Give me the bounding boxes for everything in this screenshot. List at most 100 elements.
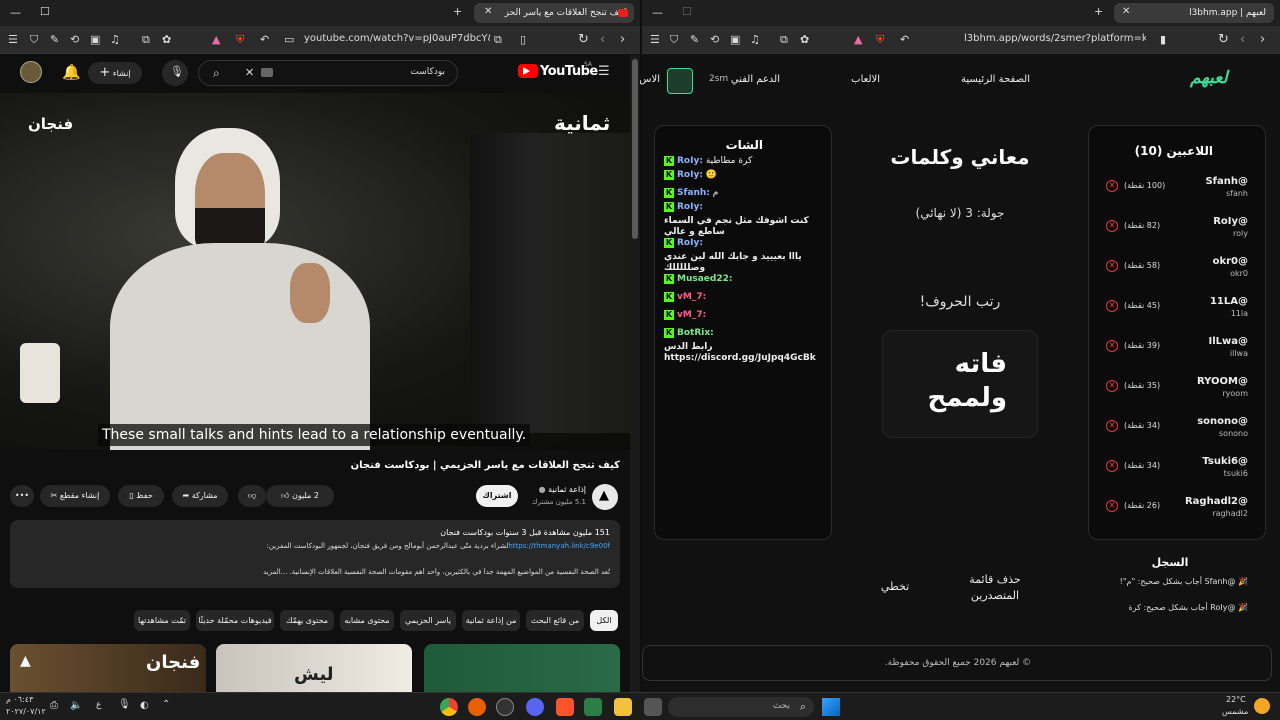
clip-button[interactable]: إنشاء مقطع ✂ bbox=[40, 485, 110, 507]
window-maximize-icon[interactable]: ☐ bbox=[682, 6, 692, 17]
thumbnail-3[interactable] bbox=[424, 644, 620, 692]
search-icon[interactable]: ⌕ bbox=[213, 67, 220, 79]
remove-player-icon[interactable]: ✕ bbox=[1106, 300, 1118, 312]
voice-search-button[interactable]: 🎙 bbox=[162, 60, 188, 86]
back-icon[interactable]: › bbox=[620, 33, 625, 46]
reload-icon[interactable]: ↻ bbox=[1218, 33, 1229, 46]
taskbar-search[interactable]: بحث ⌕ bbox=[668, 697, 814, 717]
clear-leaderboard-button[interactable]: حذف قائمة المتصدرين bbox=[958, 572, 1032, 604]
speaker-icon[interactable]: 🔈 bbox=[70, 701, 82, 711]
url-field[interactable]: youtube.com/watch?v=pJ0auP7dbcY&t=6... bbox=[304, 33, 490, 44]
remove-player-icon[interactable]: ✕ bbox=[1106, 460, 1118, 472]
history-icon[interactable]: ⟲ bbox=[710, 34, 719, 45]
chat-username[interactable]: RoIy: bbox=[677, 156, 703, 166]
clock-time[interactable]: ٠٦:٤٣ م bbox=[6, 695, 33, 704]
more-actions-button[interactable]: ••• bbox=[10, 485, 34, 507]
remove-player-icon[interactable]: ✕ bbox=[1106, 500, 1118, 512]
chat-username[interactable]: BotRix: bbox=[677, 328, 714, 338]
app-icon[interactable] bbox=[496, 698, 514, 716]
notifications-bell-icon[interactable]: 🔔 bbox=[62, 65, 81, 80]
firefox-icon[interactable] bbox=[468, 698, 486, 716]
tab-l3bhm[interactable]: لعبهم | l3bhm.app bbox=[1114, 3, 1274, 23]
chat-username[interactable]: RoIy: bbox=[677, 238, 703, 248]
search-input[interactable]: بودكاست bbox=[410, 67, 445, 77]
user-avatar[interactable] bbox=[667, 68, 693, 94]
tray-app-icon[interactable]: ◐ bbox=[140, 701, 149, 711]
skip-button[interactable]: تخطي bbox=[872, 580, 918, 593]
new-tab-icon[interactable]: + bbox=[1094, 6, 1103, 17]
window-minimize-icon[interactable]: — bbox=[10, 7, 21, 18]
tab-close-icon[interactable]: ✕ bbox=[484, 7, 492, 17]
chat-username[interactable]: vM_7: bbox=[677, 310, 706, 320]
windows-start-icon[interactable] bbox=[822, 698, 840, 716]
remove-player-icon[interactable]: ✕ bbox=[1106, 260, 1118, 272]
chip-channel[interactable]: من إذاعة ثمانية bbox=[462, 610, 520, 631]
window-maximize-icon[interactable]: ☐ bbox=[40, 6, 50, 17]
chip-all[interactable]: الكل bbox=[590, 610, 618, 631]
remove-player-icon[interactable]: ✕ bbox=[1106, 220, 1118, 232]
video-player[interactable]: فنجان ثمانية These small talks and hints… bbox=[0, 93, 630, 450]
back-arrow-icon[interactable]: ↶ bbox=[900, 34, 909, 45]
create-button[interactable]: إنشاء + bbox=[88, 62, 142, 84]
channel-avatar[interactable]: ▲ bbox=[592, 484, 618, 510]
clear-search-icon[interactable]: ✕ bbox=[245, 67, 254, 78]
window-minimize-icon[interactable]: — bbox=[652, 7, 663, 18]
scrollbar-thumb[interactable] bbox=[632, 59, 638, 239]
chip-for-you[interactable]: محتوى يهمّك bbox=[280, 610, 334, 631]
puzzle-icon[interactable]: ✎ bbox=[50, 34, 59, 45]
notification-center-icon[interactable]: ⎙ bbox=[50, 701, 58, 711]
keyboard-icon[interactable] bbox=[261, 68, 273, 77]
scrollbar[interactable] bbox=[630, 55, 640, 692]
url-field[interactable]: l3bhm.app/words/2smer?platform=kick bbox=[964, 33, 1146, 44]
back-icon[interactable]: › bbox=[1260, 33, 1265, 46]
chat-username[interactable]: Sfanh: bbox=[677, 188, 710, 198]
remove-player-icon[interactable]: ✕ bbox=[1106, 420, 1118, 432]
share-page-icon[interactable]: ⧉ bbox=[494, 34, 502, 45]
nav-home[interactable]: الصفحة الرئيسية bbox=[940, 74, 1030, 85]
chip-search[interactable]: من قائع البحث bbox=[526, 610, 584, 631]
chip-similar[interactable]: محتوى مشابه bbox=[340, 610, 394, 631]
music-icon[interactable]: ♫ bbox=[110, 34, 120, 45]
description-link[interactable]: https://thmanyah.link/c9e00f bbox=[508, 542, 610, 550]
reload-icon[interactable]: ↻ bbox=[578, 33, 589, 46]
nav-support[interactable]: الدعم الفني bbox=[726, 74, 780, 85]
chip-watched[interactable]: تمّت مشاهدتها bbox=[134, 610, 190, 631]
share-button[interactable]: مشاركة ➦ bbox=[172, 485, 228, 507]
bookmark-icon[interactable]: ▮ bbox=[1160, 34, 1166, 45]
subscribe-button[interactable]: اشتراك bbox=[476, 485, 518, 507]
chrome-icon[interactable] bbox=[440, 698, 458, 716]
shield-icon[interactable]: ⛉ bbox=[670, 34, 678, 45]
thumbnail-2[interactable]: ليش bbox=[216, 644, 412, 692]
forward-icon[interactable]: ‹ bbox=[1240, 33, 1245, 46]
chat-username[interactable]: RoIy: bbox=[677, 202, 703, 212]
remove-player-icon[interactable]: ✕ bbox=[1106, 340, 1118, 352]
mic-tray-icon[interactable]: 🎙 bbox=[118, 700, 131, 710]
tab-close-icon[interactable]: ✕ bbox=[1122, 7, 1130, 17]
task-view-icon[interactable] bbox=[644, 698, 662, 716]
weather-temp[interactable]: 22°C bbox=[1226, 695, 1246, 704]
discord-icon[interactable] bbox=[526, 698, 544, 716]
remove-player-icon[interactable]: ✕ bbox=[1106, 380, 1118, 392]
nav-games[interactable]: الالعاب bbox=[840, 74, 880, 85]
sidebar-icon[interactable]: ▣ bbox=[90, 34, 100, 45]
chip-recent[interactable]: فيديوهات محمّلة حديثًا bbox=[196, 610, 274, 631]
chat-username[interactable]: vM_7: bbox=[677, 292, 706, 302]
site-info-icon[interactable]: ▭ bbox=[284, 34, 294, 45]
brave-icon[interactable] bbox=[556, 698, 574, 716]
brave-shield-icon[interactable]: ⛨ bbox=[236, 34, 244, 45]
input-language[interactable]: ع bbox=[96, 700, 101, 710]
chip-person[interactable]: ياسر الحزيمي bbox=[400, 610, 456, 631]
guide-menu-icon[interactable]: ☰ bbox=[598, 65, 610, 78]
site-logo[interactable]: لعبهم bbox=[1190, 68, 1228, 88]
clock-date[interactable]: ٢٠٢٧/٠٧/١٢ bbox=[6, 707, 46, 716]
nav-more[interactable]: الاس bbox=[640, 74, 660, 85]
music-icon[interactable]: ♫ bbox=[750, 34, 760, 45]
screenshot-icon[interactable]: ⧉ bbox=[780, 34, 788, 45]
extensions-icon[interactable]: ✿ bbox=[800, 34, 809, 45]
store-icon[interactable] bbox=[584, 698, 602, 716]
leo-icon[interactable]: ▲ bbox=[854, 34, 862, 45]
brave-shield-icon[interactable]: ⛨ bbox=[876, 34, 884, 45]
leo-icon[interactable]: ▲ bbox=[212, 34, 220, 45]
save-button[interactable]: حفظ ▯ bbox=[118, 485, 164, 507]
screenshot-icon[interactable]: ⧉ bbox=[142, 34, 150, 45]
